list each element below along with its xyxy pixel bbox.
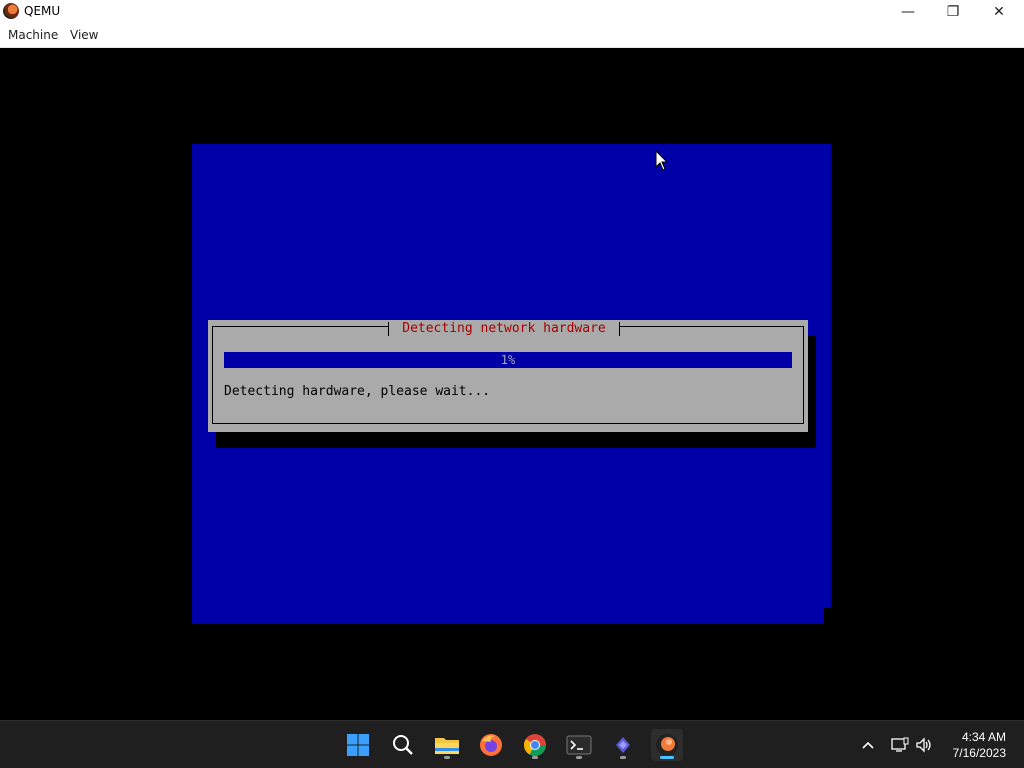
search-icon[interactable] <box>387 729 419 761</box>
close-button[interactable]: ✕ <box>976 0 1022 24</box>
chevron-up-icon[interactable] <box>858 735 878 755</box>
qemu-icon <box>3 3 19 19</box>
menu-machine[interactable]: Machine <box>8 28 58 42</box>
screen-edge <box>824 608 831 624</box>
clock-date: 7/16/2023 <box>952 746 1006 760</box>
start-icon[interactable] <box>342 729 374 761</box>
file-explorer-icon[interactable] <box>431 729 463 761</box>
volume-icon[interactable] <box>914 735 934 755</box>
network-icon[interactable] <box>890 735 910 755</box>
window-titlebar: QEMU — ❐ ✕ <box>0 0 1024 24</box>
window-title: QEMU <box>24 4 61 18</box>
terminal-icon[interactable] <box>563 729 595 761</box>
dialog-title: Detecting network hardware <box>388 320 620 338</box>
dialog-frame <box>212 326 804 424</box>
system-clock[interactable]: 4:34 AM 7/16/2023 <box>953 729 1006 761</box>
taskbar: 4:34 AM 7/16/2023 <box>0 720 1024 768</box>
progress-bar: 1% <box>224 352 792 368</box>
guest-display[interactable]: Detecting network hardware 1% Detecting … <box>0 48 1024 720</box>
firefox-icon[interactable] <box>475 729 507 761</box>
menu-view[interactable]: View <box>70 28 98 42</box>
menubar: Machine View <box>0 24 1024 48</box>
progress-label: 1% <box>500 353 516 367</box>
maximize-button[interactable]: ❐ <box>930 0 976 24</box>
chrome-icon[interactable] <box>519 729 551 761</box>
app-icon[interactable] <box>607 729 639 761</box>
progress-dialog: Detecting network hardware 1% Detecting … <box>208 320 808 432</box>
qemu-taskbar-icon[interactable] <box>651 729 683 761</box>
mouse-cursor-icon <box>655 150 669 171</box>
minimize-button[interactable]: — <box>885 0 931 24</box>
clock-time: 4:34 AM <box>961 730 1006 744</box>
status-text: Detecting hardware, please wait... <box>224 384 491 399</box>
